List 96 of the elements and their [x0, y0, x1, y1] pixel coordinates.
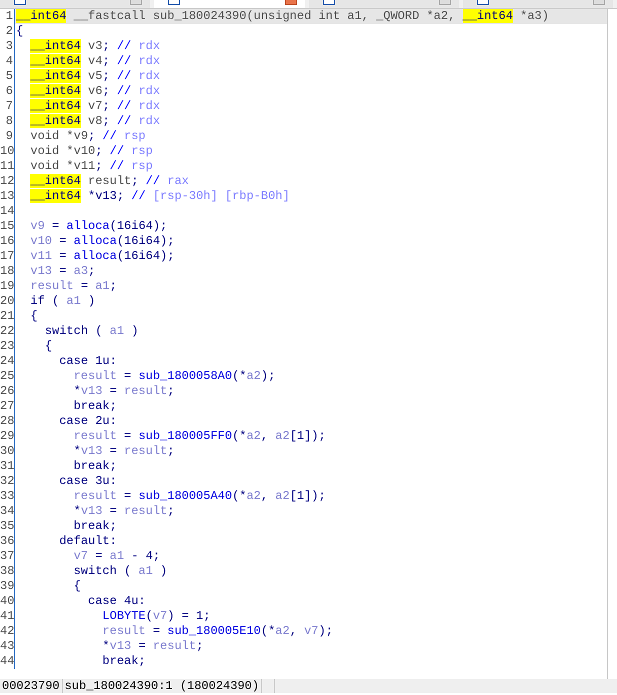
line-number: 19	[0, 279, 15, 294]
line-number: 29	[0, 429, 15, 444]
tab[interactable]	[0, 0, 150, 8]
line-number: 9	[0, 129, 15, 144]
address-text: 00023790	[0, 679, 63, 693]
line-number: 16	[0, 234, 15, 249]
line-number: 27	[0, 399, 15, 414]
code-line: {	[72, 579, 81, 593]
line-number: 41	[0, 609, 15, 624]
code-line: *v13 = result;	[101, 639, 204, 653]
code-line: break;	[72, 519, 117, 533]
line-number: 30	[0, 444, 15, 459]
code-line: {	[44, 339, 52, 353]
code-line: v9 = alloca(16i64);	[29, 219, 168, 233]
line-number: 38	[0, 564, 15, 579]
line-number: 36	[0, 534, 15, 549]
line-number: 37	[0, 549, 15, 564]
line-number: 28	[0, 414, 15, 429]
line-number: 10	[0, 144, 15, 159]
code-line: {	[16, 24, 24, 38]
line-number: 31	[0, 459, 15, 474]
line-number: 43	[0, 639, 15, 654]
tab[interactable]	[154, 0, 304, 8]
window-icon	[322, 0, 334, 5]
code-line: break;	[72, 399, 117, 413]
code-line: v13 = a3;	[29, 264, 96, 278]
line-number: 8	[0, 114, 15, 129]
code-line: result = sub_1800058A0(*a2);	[72, 369, 276, 383]
line-number: 24	[0, 354, 15, 369]
line-number: 44	[0, 654, 15, 669]
line-number: 12	[0, 174, 15, 189]
line-number: 42	[0, 624, 15, 639]
window-icon	[14, 0, 26, 5]
code-line: case 4u:	[87, 594, 146, 608]
code-line: __int64 v7; // rdx	[29, 99, 160, 113]
code-line: case 3u:	[58, 474, 117, 488]
code-line: void *v10; // rsp	[29, 144, 153, 158]
line-number: 39	[0, 579, 15, 594]
code-line: __int64 v8; // rdx	[29, 114, 160, 128]
code-line: *v13 = result;	[72, 504, 174, 518]
line-number: 11	[0, 159, 15, 174]
code-line: switch ( a1 )	[72, 564, 168, 578]
window-icon	[476, 0, 489, 5]
code-line: result = sub_180005FF0(*a2, a2[1]);	[72, 429, 326, 443]
code-line: if ( a1 )	[29, 294, 96, 308]
tab[interactable]	[462, 0, 613, 8]
window-icon	[168, 0, 180, 5]
line-number: 22	[0, 324, 15, 339]
code-line: void *v9; // rsp	[29, 129, 146, 143]
line-number: 21	[0, 309, 15, 324]
line-number: 14	[0, 204, 15, 219]
close-icon[interactable]	[284, 0, 296, 5]
line-number: 2	[0, 24, 15, 39]
line-number: 7	[0, 99, 15, 114]
tab[interactable]	[308, 0, 459, 8]
code-line: {	[29, 309, 38, 323]
line-number: 5	[0, 69, 15, 84]
code-line: case 1u:	[58, 354, 117, 368]
code-line: __int64 v6; // rdx	[29, 84, 160, 98]
line-number: 40	[0, 594, 15, 609]
code-line: __int64 *v13; // [rsp-30h] [rbp-B0h]	[29, 189, 290, 203]
line-number: 26	[0, 384, 15, 399]
code-line: __int64 result; // rax	[29, 174, 189, 188]
line-number: 17	[0, 249, 15, 264]
code-line: result = sub_180005E10(*a2, v7);	[101, 624, 333, 638]
code-line: __int64 v5; // rdx	[29, 69, 160, 83]
code-line: switch ( a1 )	[44, 324, 138, 338]
line-number: 13	[0, 189, 15, 204]
code-line: default:	[58, 534, 117, 548]
location-text: sub_180024390:1 (180024390)	[62, 679, 262, 693]
code-line: __int64 v4; // rdx	[29, 54, 160, 68]
code-line: LOBYTE(v7) = 1;	[101, 609, 210, 623]
line-number: 3	[0, 39, 15, 54]
code-line: break;	[72, 459, 117, 473]
code-line: *v13 = result;	[72, 444, 174, 458]
code-line: *v13 = result;	[72, 384, 174, 398]
line-number: 25	[0, 369, 15, 384]
code-line: case 2u:	[58, 414, 117, 428]
line-number: 35	[0, 519, 15, 534]
code-line: void *v11; // rsp	[29, 159, 153, 173]
code-line: result = sub_180005A40(*a2, a2[1]);	[72, 489, 326, 503]
line-number: 32	[0, 474, 15, 489]
code-line: v11 = alloca(16i64);	[29, 249, 174, 263]
line-number: 6	[0, 84, 15, 99]
line-number: 34	[0, 504, 15, 519]
line-number: 20	[0, 294, 15, 309]
line-number: 33	[0, 489, 15, 504]
code-line: result = a1;	[29, 279, 117, 293]
line-number: 4	[0, 54, 15, 69]
code-line: __int64 v3; // rdx	[29, 39, 160, 53]
code-line: v7 = a1 - 4;	[72, 549, 160, 563]
code-line: break;	[101, 654, 146, 668]
line-number: 18	[0, 264, 15, 279]
line-number: 23	[0, 339, 15, 354]
line-number: 15	[0, 219, 15, 234]
code-line: v10 = alloca(16i64);	[29, 234, 174, 248]
